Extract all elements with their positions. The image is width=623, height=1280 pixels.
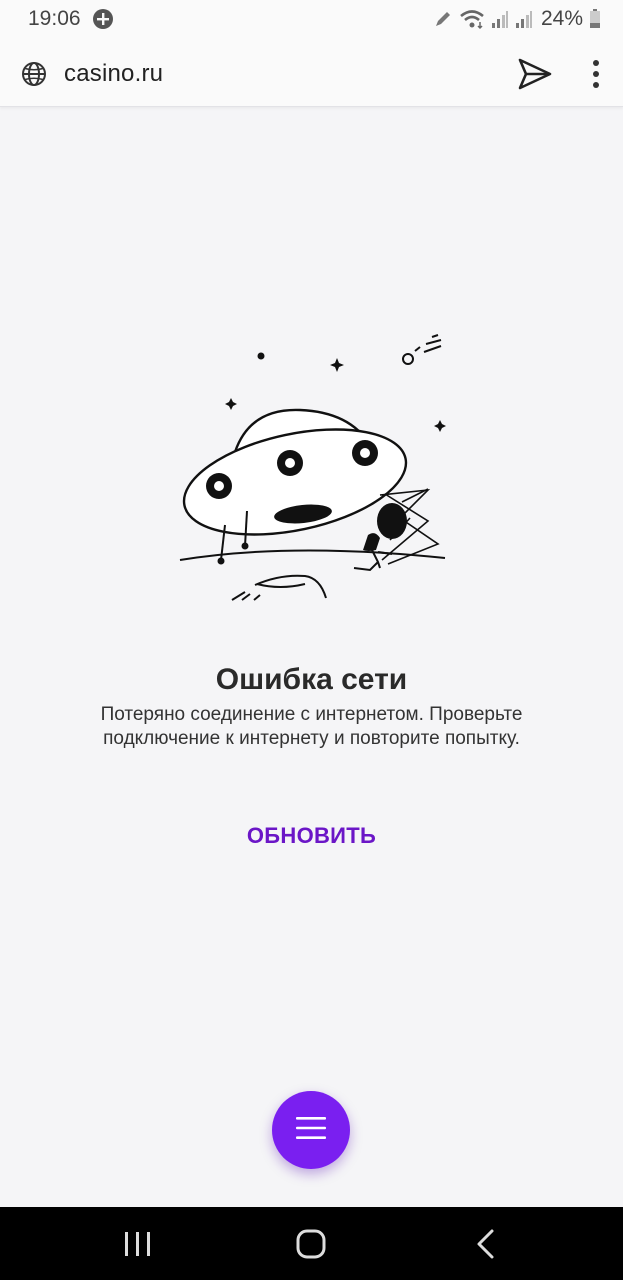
wifi-icon	[459, 8, 485, 30]
signal-icon	[491, 9, 509, 29]
error-title: Ошибка сети	[215, 663, 408, 696]
battery-icon	[589, 9, 601, 29]
notification-plus-icon	[92, 8, 114, 30]
status-time: 19:06	[28, 7, 81, 30]
error-message: Потеряно соединение с интернетом. Провер…	[100, 704, 523, 749]
battery-level: 24%	[540, 7, 583, 30]
status-bar: 19:06 24%	[0, 0, 623, 40]
ufo-illustration	[170, 330, 460, 610]
edit-icon	[433, 9, 453, 29]
back-icon[interactable]	[468, 1225, 504, 1263]
globe-icon	[21, 61, 47, 87]
system-nav-bar	[0, 1207, 623, 1280]
status-icons: 24%	[433, 6, 601, 32]
home-icon[interactable]	[291, 1225, 331, 1263]
refresh-button[interactable]: ОБНОВИТЬ	[211, 812, 412, 860]
hamburger-menu-icon	[295, 1115, 327, 1146]
signal-icon	[515, 9, 533, 29]
send-icon[interactable]	[516, 57, 554, 91]
menu-fab[interactable]	[272, 1091, 350, 1169]
address-bar[interactable]: casino.ru	[64, 60, 163, 88]
recents-icon[interactable]	[118, 1227, 158, 1261]
browser-toolbar: casino.ru	[0, 40, 623, 107]
more-vert-icon[interactable]	[586, 58, 606, 90]
